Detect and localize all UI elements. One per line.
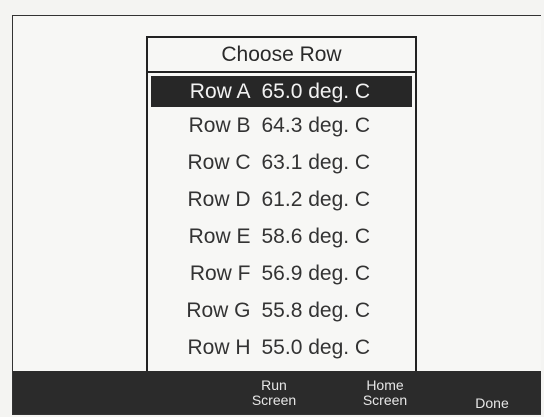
row-option-g[interactable]: Row G 55.8 deg. C: [148, 292, 415, 329]
row-option-e[interactable]: Row E 58.6 deg. C: [148, 218, 415, 255]
home-screen-softkey[interactable]: Home Screen: [346, 371, 424, 414]
done-softkey[interactable]: Done: [453, 371, 531, 411]
row-temperature: 61.2 deg. C: [261, 188, 371, 211]
softkey-label: Home: [366, 376, 404, 393]
choose-row-dialog: Choose Row Row A 65.0 deg. C Row B 64.3 …: [146, 36, 417, 373]
row-name: Row H: [187, 336, 251, 359]
row-temperature: 55.0 deg. C: [261, 336, 371, 359]
softkey-label: Screen: [362, 391, 408, 408]
softkey-label: Screen: [251, 391, 297, 408]
row-temperature: 56.9 deg. C: [261, 262, 371, 285]
row-list: Row A 65.0 deg. C Row B 64.3 deg. C Row …: [148, 76, 415, 366]
row-option-f[interactable]: Row F 56.9 deg. C: [148, 255, 415, 292]
row-name: Row A: [189, 80, 251, 103]
row-option-b[interactable]: Row B 64.3 deg. C: [148, 107, 415, 144]
device-screen: Choose Row Row A 65.0 deg. C Row B 64.3 …: [12, 15, 541, 415]
row-temperature: 58.6 deg. C: [261, 225, 371, 248]
row-name: Row E: [188, 225, 251, 248]
row-name: Row G: [186, 299, 251, 322]
row-name: Row F: [189, 262, 251, 285]
row-option-a[interactable]: Row A 65.0 deg. C: [151, 76, 412, 107]
row-temperature: 64.3 deg. C: [261, 114, 371, 137]
row-temperature: 63.1 deg. C: [261, 151, 371, 174]
softkey-bar: Run Screen Home Screen Done: [13, 371, 541, 414]
row-option-h[interactable]: Row H 55.0 deg. C: [148, 329, 415, 366]
row-option-c[interactable]: Row C 63.1 deg. C: [148, 144, 415, 181]
row-name: Row D: [187, 188, 251, 211]
softkey-label: Done: [475, 395, 509, 411]
row-temperature: 65.0 deg. C: [261, 80, 371, 103]
row-option-d[interactable]: Row D 61.2 deg. C: [148, 181, 415, 218]
softkey-label: Run: [261, 376, 287, 393]
row-temperature: 55.8 deg. C: [261, 299, 371, 322]
row-name: Row B: [188, 114, 251, 137]
run-screen-softkey[interactable]: Run Screen: [235, 371, 313, 414]
dialog-title: Choose Row: [148, 38, 415, 73]
row-name: Row C: [187, 151, 251, 174]
